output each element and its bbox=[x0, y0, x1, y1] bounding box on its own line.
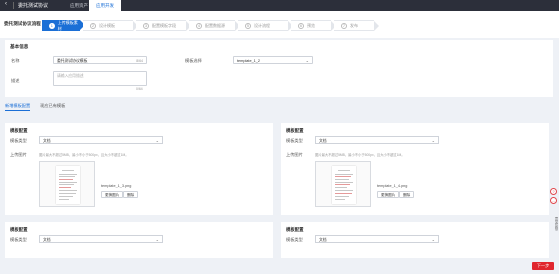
change-image-button[interactable]: 更换图片 bbox=[101, 191, 124, 198]
delete-button[interactable]: 删除 bbox=[123, 191, 139, 198]
template-config-card: 模板配置 模板类型 文档 ⌄ 上传图片 图片最大不超过5MB，最小不小于500px… bbox=[5, 123, 273, 215]
step-7[interactable]: 7 发布 bbox=[334, 20, 379, 31]
basic-info-card: 基本信息 名称 委托测试协议模板 8/64 模板选择 template_1_2 … bbox=[5, 40, 553, 97]
type-label: 模板类型 bbox=[10, 138, 27, 143]
template-label: 模板选择 bbox=[185, 58, 202, 63]
template-config-card: 模板配置 模板类型 文档 ⌄ bbox=[5, 222, 273, 258]
upload-label: 上传图片 bbox=[10, 152, 27, 157]
side-tools: ? … bbox=[550, 188, 558, 206]
card-header: 模板配置 bbox=[10, 128, 28, 133]
chevron-down-icon: ⌄ bbox=[305, 58, 309, 63]
step-3[interactable]: 3 配置模板字段 bbox=[136, 20, 191, 31]
template-select[interactable]: template_1_2 ⌄ bbox=[233, 56, 313, 64]
upload-tip: 图片最大不超过5MB，最小不小于500px，且大小不超过1M。 bbox=[39, 153, 129, 157]
type-select[interactable]: 文档 ⌄ bbox=[315, 136, 439, 144]
flow-title: 委托测试协议流程 bbox=[4, 21, 41, 26]
type-label: 模板类型 bbox=[286, 138, 303, 143]
change-image-button[interactable]: 更换图片 bbox=[377, 191, 400, 198]
name-input[interactable]: 委托测试协议模板 8/64 bbox=[53, 56, 147, 64]
app-title: 委托测试协议 bbox=[18, 3, 49, 9]
desc-char-count: 0/64 bbox=[136, 87, 143, 91]
description-textarea[interactable]: 请输入应用描述 bbox=[53, 71, 147, 86]
card-header: 模板配置 bbox=[10, 227, 28, 232]
step-2[interactable]: 2 设计模板 bbox=[83, 20, 138, 31]
chevron-down-icon: ⌄ bbox=[431, 138, 435, 143]
template-image-preview bbox=[315, 161, 371, 207]
tab-existing-template[interactable]: 现应已有模板 bbox=[40, 103, 65, 111]
next-button[interactable]: 下一步 bbox=[532, 262, 554, 270]
upload-label: 上传图片 bbox=[286, 152, 303, 157]
steps-bar: 委托测试协议流程 1 上传模板素材 2 设计模板 3 配置模板字段 4 配置数据源 5设… bbox=[0, 11, 559, 38]
chevron-down-icon: ⌄ bbox=[155, 237, 159, 242]
chevron-down-icon: ⌄ bbox=[155, 138, 159, 143]
step-4[interactable]: 4 配置数据源 bbox=[189, 20, 240, 31]
template-config-card: 模板配置 模板类型 文档 ⌄ bbox=[281, 222, 549, 258]
desc-label: 描述 bbox=[11, 78, 20, 83]
card-header: 模板配置 bbox=[286, 128, 304, 133]
delete-button[interactable]: 删除 bbox=[399, 191, 415, 198]
type-select[interactable]: 文档 ⌄ bbox=[39, 235, 163, 243]
type-label: 模板类型 bbox=[286, 237, 303, 242]
step-6[interactable]: 6 预览 bbox=[291, 20, 336, 31]
type-select[interactable]: 文档 ⌄ bbox=[39, 136, 163, 144]
document-thumbnail bbox=[332, 166, 356, 204]
template-tabs: 新增模板配置 现应已有模板 bbox=[5, 103, 65, 111]
feedback-text[interactable]: 意见反馈 bbox=[550, 217, 558, 230]
document-thumbnail bbox=[56, 166, 80, 204]
card-header: 模板配置 bbox=[286, 227, 304, 232]
file-name: template_1_3.png bbox=[101, 184, 132, 188]
type-label: 模板类型 bbox=[10, 237, 27, 242]
section-title: 基本信息 bbox=[10, 44, 29, 49]
step-1[interactable]: 1 上传模板素材 bbox=[42, 20, 85, 31]
divider bbox=[13, 2, 14, 9]
top-navbar: ‹ 委托测试协议 应用资产 应用开发 bbox=[0, 0, 559, 11]
char-count: 8/64 bbox=[136, 58, 143, 63]
tab-app-dev[interactable]: 应用开发 bbox=[89, 0, 121, 11]
back-arrow-icon[interactable]: ‹ bbox=[5, 1, 7, 7]
step-5[interactable]: 5 设计流程 bbox=[238, 20, 293, 31]
tab-new-template[interactable]: 新增模板配置 bbox=[5, 103, 31, 111]
name-label: 名称 bbox=[11, 58, 20, 63]
help-icon[interactable]: ? bbox=[550, 188, 557, 195]
chat-icon[interactable]: … bbox=[550, 197, 557, 204]
chevron-down-icon: ⌄ bbox=[431, 237, 435, 242]
file-name: template_1_4.png bbox=[377, 184, 408, 188]
template-config-card: 模板配置 模板类型 文档 ⌄ 上传图片 图片最大不超过5MB，最小不小于500px… bbox=[281, 123, 549, 215]
template-image-preview bbox=[39, 161, 95, 207]
type-select[interactable]: 文档 ⌄ bbox=[315, 235, 439, 243]
upload-tip: 图片最大不超过5MB，最小不小于500px，且大小不超过1M。 bbox=[315, 153, 405, 157]
